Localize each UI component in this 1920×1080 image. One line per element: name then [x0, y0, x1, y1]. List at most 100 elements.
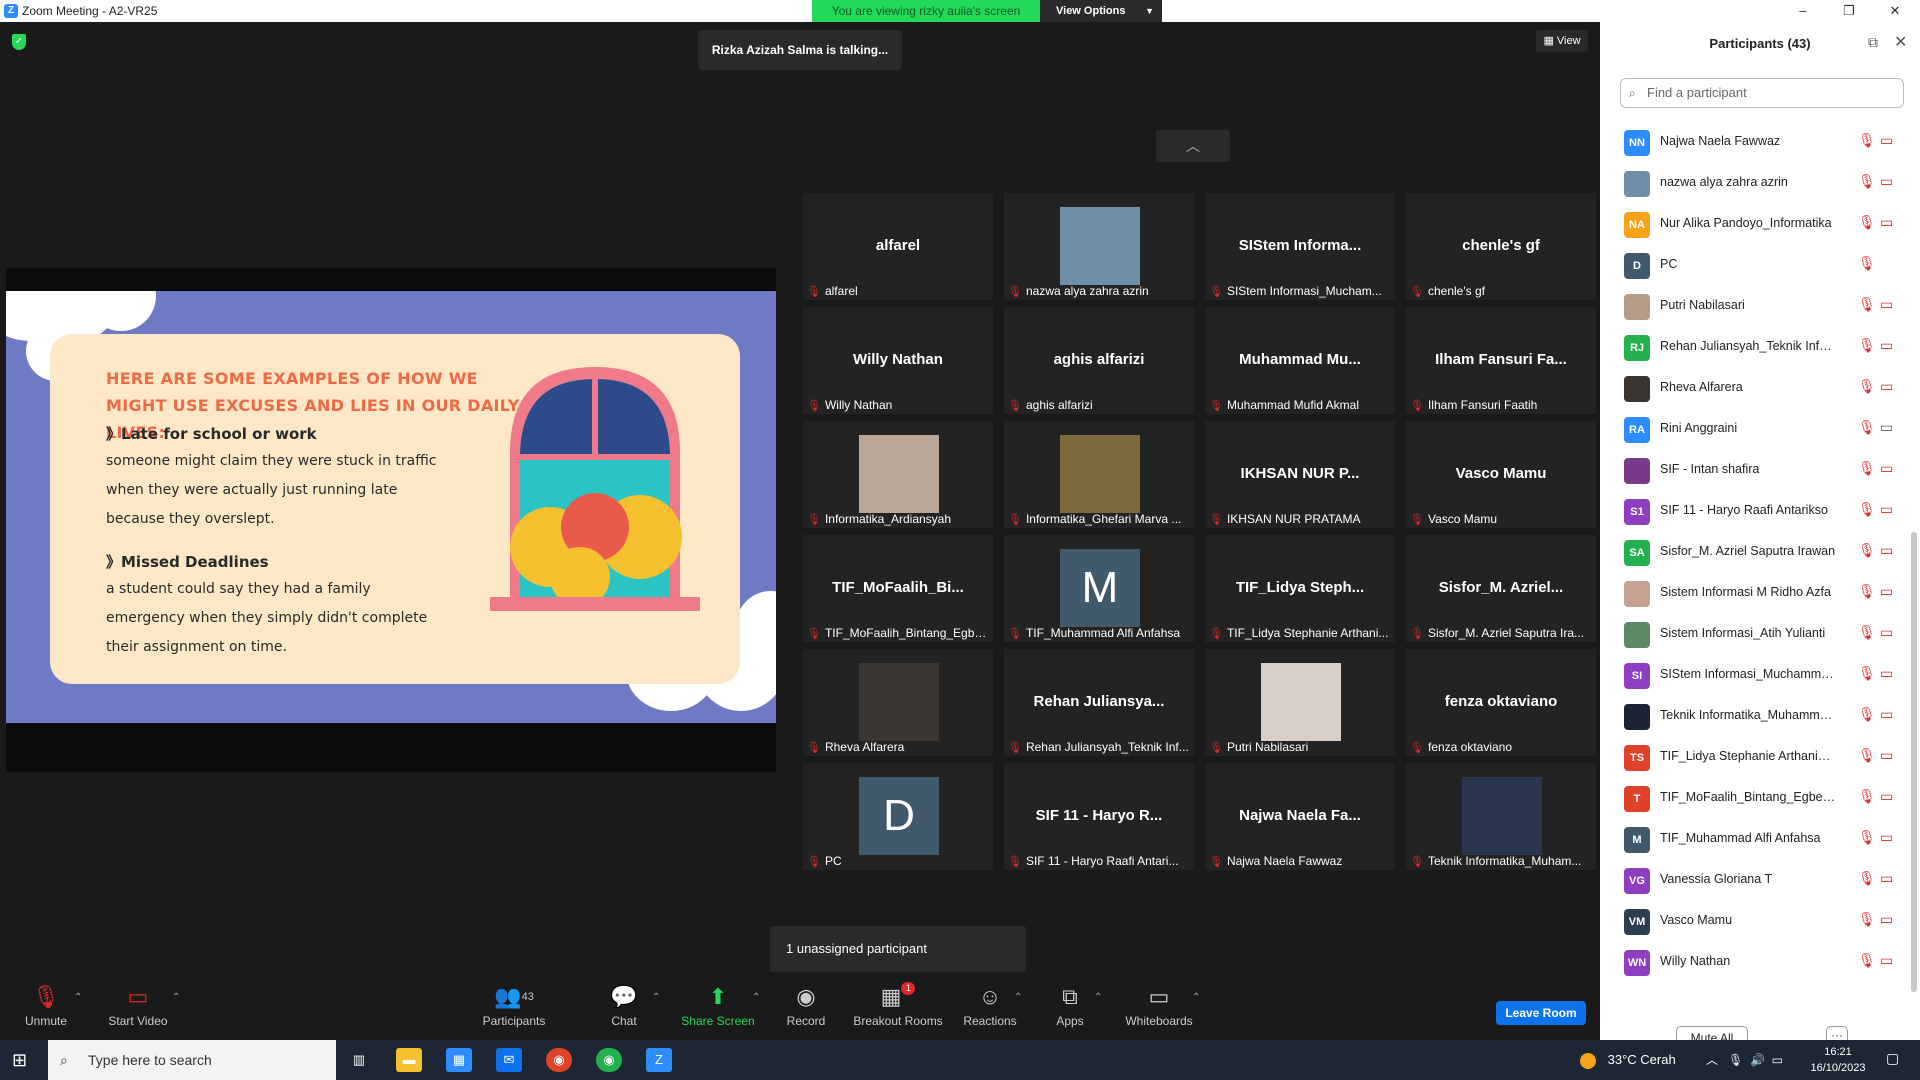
- leave-room-button[interactable]: Leave Room: [1496, 1001, 1586, 1025]
- start-video-button[interactable]: ▭ Start Video: [102, 982, 174, 1036]
- reactions-options-chevron-icon[interactable]: ⌃: [1014, 992, 1022, 1003]
- video-off-icon[interactable]: ▭: [1880, 952, 1893, 969]
- view-options-button[interactable]: View Options ▼: [1040, 0, 1162, 22]
- participant-row[interactable]: NN Najwa Naela Fawwaz 🎙 ▭: [1600, 122, 1910, 163]
- video-off-icon[interactable]: ▭: [1880, 788, 1893, 805]
- video-tile[interactable]: 🎙 nazwa alya zahra azrin: [1004, 193, 1194, 300]
- video-tile[interactable]: 🎙 Putri Nabilasari: [1205, 649, 1395, 756]
- participant-row[interactable]: T TIF_MoFaalih_Bintang_Egbert_L... 🎙 ▭: [1600, 778, 1910, 819]
- audio-options-chevron-icon[interactable]: ⌃: [74, 992, 82, 1003]
- file-explorer-icon[interactable]: ▬: [396, 1048, 422, 1072]
- video-off-icon[interactable]: ▭: [1880, 870, 1893, 887]
- muted-microphone-icon[interactable]: 🎙: [1858, 583, 1876, 600]
- system-tray[interactable]: ︿ 🎙 🔊 ▭: [1706, 1040, 1783, 1080]
- close-panel-icon[interactable]: ✕: [1894, 32, 1907, 52]
- participant-row[interactable]: Sistem Informasi M Ridho Azfa 🎙 ▭: [1600, 573, 1910, 614]
- windows-start-icon[interactable]: ⊞: [12, 1050, 27, 1071]
- participant-search-input[interactable]: ⌕ Find a participant: [1620, 78, 1904, 108]
- video-tile[interactable]: Vasco Mamu 🎙 Vasco Mamu: [1406, 421, 1596, 528]
- participant-row[interactable]: WN Willy Nathan 🎙 ▭: [1600, 942, 1910, 983]
- participant-row[interactable]: VM Vasco Mamu 🎙 ▭: [1600, 901, 1910, 942]
- video-tile[interactable]: 🎙 Informatika_Ardiansyah: [803, 421, 993, 528]
- video-off-icon[interactable]: ▭: [1880, 378, 1893, 395]
- weather-widget[interactable]: 33°C Cerah: [1580, 1040, 1676, 1080]
- video-off-icon[interactable]: ▭: [1880, 583, 1893, 600]
- participant-row[interactable]: NA Nur Alika Pandoyo_Informatika 🎙 ▭: [1600, 204, 1910, 245]
- participant-row[interactable]: nazwa alya zahra azrin 🎙 ▭: [1600, 163, 1910, 204]
- muted-microphone-icon[interactable]: 🎙: [1858, 501, 1876, 518]
- muted-microphone-icon[interactable]: 🎙: [1858, 214, 1876, 231]
- muted-microphone-icon[interactable]: 🎙: [1858, 829, 1876, 846]
- chrome-profile-icon[interactable]: ◉: [596, 1048, 622, 1072]
- video-tile[interactable]: aghis alfarizi 🎙 aghis alfarizi: [1004, 307, 1194, 414]
- video-off-icon[interactable]: ▭: [1880, 173, 1893, 190]
- video-tile[interactable]: TIF_MoFaalih_Bi... 🎙 TIF_MoFaalih_Bintang_…: [803, 535, 993, 642]
- microphone-icon[interactable]: 🎙: [1728, 1053, 1743, 1067]
- video-tile[interactable]: Muhammad Mu... 🎙 Muhammad Mufid Akmal: [1205, 307, 1395, 414]
- video-tile[interactable]: Sisfor_M. Azriel... 🎙 Sisfor_M. Azriel Sap…: [1406, 535, 1596, 642]
- video-tile[interactable]: Najwa Naela Fa... 🎙 Najwa Naela Fawwaz: [1205, 763, 1395, 870]
- video-off-icon[interactable]: ▭: [1880, 132, 1893, 149]
- minimize-button[interactable]: –: [1780, 0, 1826, 22]
- video-off-icon[interactable]: ▭: [1880, 296, 1893, 313]
- apps-options-chevron-icon[interactable]: ⌃: [1094, 992, 1102, 1003]
- video-tile[interactable]: IKHSAN NUR P... 🎙 IKHSAN NUR PRATAMA: [1205, 421, 1395, 528]
- video-tile[interactable]: 🎙 Rheva Alfarera: [803, 649, 993, 756]
- whiteboards-button[interactable]: ▭ Whiteboards: [1124, 982, 1194, 1036]
- muted-microphone-icon[interactable]: 🎙: [1858, 132, 1876, 149]
- video-off-icon[interactable]: ▭: [1880, 665, 1893, 682]
- video-tile[interactable]: Rehan Juliansya... 🎙 Rehan Juliansyah_Tekn…: [1004, 649, 1194, 756]
- video-off-icon[interactable]: ▭: [1880, 501, 1893, 518]
- video-tile[interactable]: M 🎙 TIF_Muhammad Alfi Anfahsa: [1004, 535, 1194, 642]
- unmute-button[interactable]: 🎙 Unmute: [18, 982, 74, 1036]
- muted-microphone-icon[interactable]: 🎙: [1858, 296, 1876, 313]
- muted-microphone-icon[interactable]: 🎙: [1858, 419, 1876, 436]
- microsoft-store-icon[interactable]: ▦: [446, 1048, 472, 1072]
- chrome-icon[interactable]: ◉: [546, 1048, 572, 1072]
- participant-row[interactable]: SI SIStem Informasi_Muchammad ... 🎙 ▭: [1600, 655, 1910, 696]
- participants-button[interactable]: 👥43 Participants: [478, 982, 550, 1036]
- video-off-icon[interactable]: ▭: [1880, 706, 1893, 723]
- chat-button[interactable]: 💬 Chat: [604, 982, 644, 1036]
- video-off-icon[interactable]: ▭: [1880, 747, 1893, 764]
- muted-microphone-icon[interactable]: 🎙: [1858, 173, 1876, 190]
- participant-row[interactable]: S1 SIF 11 - Haryo Raafi Antarikso 🎙 ▭: [1600, 491, 1910, 532]
- participant-row[interactable]: RJ Rehan Juliansyah_Teknik Inform... 🎙 ▭: [1600, 327, 1910, 368]
- video-tile[interactable]: SIF 11 - Haryo R... 🎙 SIF 11 - Haryo Raafi…: [1004, 763, 1194, 870]
- notification-icon[interactable]: ▢: [1886, 1050, 1899, 1067]
- muted-microphone-icon[interactable]: 🎙: [1858, 337, 1876, 354]
- video-tile[interactable]: 🎙 Teknik Informatika_Muham...: [1406, 763, 1596, 870]
- muted-microphone-icon[interactable]: 🎙: [1858, 378, 1876, 395]
- participant-row[interactable]: RA Rini Anggraini 🎙 ▭: [1600, 409, 1910, 450]
- video-off-icon[interactable]: ▭: [1880, 337, 1893, 354]
- video-off-icon[interactable]: ▭: [1880, 911, 1893, 928]
- share-screen-button[interactable]: ⬆ Share Screen: [680, 982, 756, 1036]
- task-view-icon[interactable]: ▥: [346, 1048, 372, 1072]
- participant-row[interactable]: Sistem Informasi_Atih Yulianti 🎙 ▭: [1600, 614, 1910, 655]
- video-off-icon[interactable]: ▭: [1880, 460, 1893, 477]
- participant-row[interactable]: SIF - Intan shafira 🎙 ▭: [1600, 450, 1910, 491]
- participant-row[interactable]: D PC 🎙: [1600, 245, 1910, 286]
- muted-microphone-icon[interactable]: 🎙: [1858, 870, 1876, 887]
- restore-button[interactable]: ❐: [1826, 0, 1872, 22]
- video-tile[interactable]: SIStem Informa... 🎙 SIStem Informasi_Mucha…: [1205, 193, 1395, 300]
- muted-microphone-icon[interactable]: 🎙: [1858, 911, 1876, 928]
- muted-microphone-icon[interactable]: 🎙: [1858, 747, 1876, 764]
- chevron-up-icon[interactable]: ︿: [1706, 1053, 1718, 1067]
- video-tile[interactable]: fenza oktaviano 🎙 fenza oktaviano: [1406, 649, 1596, 756]
- participant-row[interactable]: SA Sisfor_M. Azriel Saputra Irawan 🎙 ▭: [1600, 532, 1910, 573]
- volume-icon[interactable]: 🔊: [1750, 1053, 1765, 1067]
- video-tile[interactable]: chenle's gf 🎙 chenle's gf: [1406, 193, 1596, 300]
- video-tile[interactable]: TIF_Lidya Steph... 🎙 TIF_Lidya Stephanie A…: [1205, 535, 1395, 642]
- mail-icon[interactable]: ✉: [496, 1048, 522, 1072]
- video-off-icon[interactable]: ▭: [1880, 624, 1893, 641]
- participant-row[interactable]: TS TIF_Lidya Stephanie Arthania Sit... 🎙 ▭: [1600, 737, 1910, 778]
- video-tile[interactable]: Ilham Fansuri Fa... 🎙 Ilham Fansuri Faatih: [1406, 307, 1596, 414]
- participant-row[interactable]: Putri Nabilasari 🎙 ▭: [1600, 286, 1910, 327]
- muted-microphone-icon[interactable]: 🎙: [1858, 788, 1876, 805]
- participant-row[interactable]: VG Vanessia Gloriana T 🎙 ▭: [1600, 860, 1910, 901]
- video-tile[interactable]: Willy Nathan 🎙 Willy Nathan: [803, 307, 993, 414]
- muted-microphone-icon[interactable]: 🎙: [1858, 952, 1876, 969]
- taskbar-search-box[interactable]: ⌕ Type here to search: [48, 1040, 336, 1080]
- chat-options-chevron-icon[interactable]: ⌃: [652, 992, 660, 1003]
